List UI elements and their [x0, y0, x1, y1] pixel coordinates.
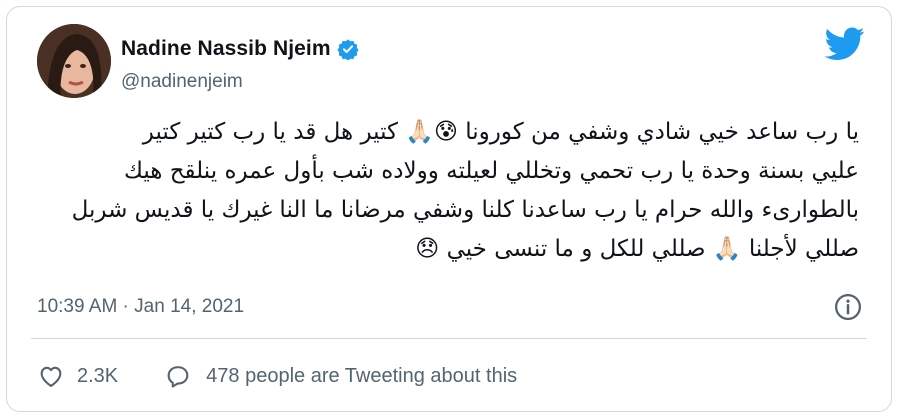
- twitter-bird-icon[interactable]: [825, 27, 865, 61]
- tweet-line: صللي لأجلنا 🙏🏻 صللي للكل و ما تنسى خيي 😞: [415, 236, 859, 262]
- tweet-line: عليي بسنة وحدة يا رب تحمي وتخللي لعيلته …: [123, 158, 859, 184]
- tweet-line: بالطوارىء والله حرام يا رب ساعدنا كلنا و…: [71, 197, 859, 223]
- author-row: Nadine Nassib Njeim: [121, 37, 359, 61]
- like-count: 2.3K: [77, 364, 119, 387]
- author-handle[interactable]: @nadinenjeim: [121, 71, 243, 93]
- tweeting-about-label: 478 people are Tweeting about this: [206, 364, 518, 387]
- divider: [31, 338, 867, 339]
- info-icon[interactable]: [833, 292, 863, 322]
- verified-badge-icon: [337, 39, 359, 60]
- like-button[interactable]: 2.3K: [37, 362, 164, 390]
- avatar[interactable]: [37, 24, 111, 98]
- heart-icon: [40, 366, 62, 387]
- tweet-text: يا رب ساعد خيي شادي وشفي من كورونا 😰🙏🏻 ك…: [33, 113, 859, 269]
- engagement-bar: 2.3K 478 people are Tweeting about this: [37, 362, 517, 390]
- speech-bubble-icon: [167, 366, 189, 388]
- tweeting-about-link[interactable]: 478 people are Tweeting about this: [164, 362, 517, 390]
- avatar-photo: [37, 24, 111, 98]
- tweet-timestamp[interactable]: 10:39 AM · Jan 14, 2021: [37, 296, 244, 318]
- author-name[interactable]: Nadine Nassib Njeim: [121, 37, 331, 61]
- tweet-card: Nadine Nassib Njeim @nadinenjeim يا رب س…: [6, 6, 892, 412]
- tweet-line: يا رب ساعد خيي شادي وشفي من كورونا 😰🙏🏻 ك…: [142, 119, 859, 145]
